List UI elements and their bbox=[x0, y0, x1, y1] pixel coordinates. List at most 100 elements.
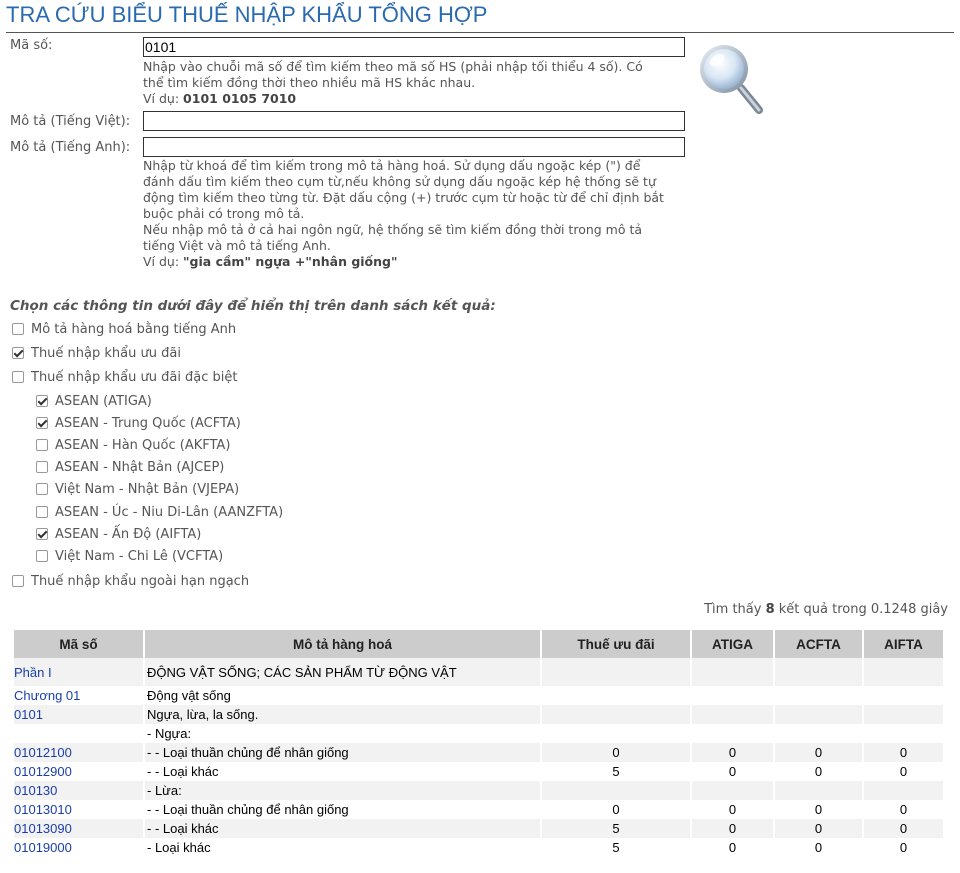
example-value: 0101 0105 7010 bbox=[183, 91, 297, 106]
table-row: Phần I ĐỘNG VẬT SỐNG; CÁC SẢN PHẨM TỪ ĐỘN… bbox=[14, 658, 943, 686]
col-header-desc[interactable]: Mô tả hàng hoá bbox=[145, 630, 540, 658]
option-acfta[interactable]: ASEAN - Trung Quốc (ACFTA) bbox=[36, 414, 241, 432]
option-aanzfta[interactable]: ASEAN - Úc - Niu Di-Lân (AANZFTA) bbox=[36, 503, 283, 521]
hs-code-link[interactable]: 01012900 bbox=[14, 762, 143, 781]
option-label: ASEAN - Nhật Bản (AJCEP) bbox=[55, 459, 225, 475]
acfta-rate: 0 bbox=[814, 840, 823, 855]
hs-code-link[interactable]: 01013090 bbox=[14, 819, 143, 838]
desc-en-input[interactable] bbox=[143, 137, 685, 157]
code-label: Mã số: bbox=[10, 38, 53, 53]
acfta-rate: 0 bbox=[775, 819, 862, 838]
goods-description: Động vật sống bbox=[147, 688, 231, 703]
acfta-rate bbox=[775, 686, 862, 705]
atiga-rate: 0 bbox=[692, 743, 773, 762]
option-out-of-quota[interactable]: Thuế nhập khẩu ngoài hạn ngạch bbox=[12, 572, 249, 590]
checkbox[interactable] bbox=[36, 461, 48, 473]
acfta-rate bbox=[775, 705, 862, 724]
table-row: 01013010 - - Loại thuần chủng để nhân giố… bbox=[14, 800, 943, 819]
code-example: Ví dụ: 0101 0105 7010 bbox=[143, 91, 643, 107]
option-english-desc[interactable]: Mô tả hàng hoá bằng tiếng Anh bbox=[12, 320, 236, 338]
col-header-mfn[interactable]: Thuế ưu đãi bbox=[542, 630, 690, 658]
atiga-rate bbox=[692, 705, 773, 724]
desc-vi-input[interactable] bbox=[143, 111, 685, 131]
aifta-rate: 0 bbox=[864, 819, 943, 838]
option-vjepa[interactable]: Việt Nam - Nhật Bản (VJEPA) bbox=[36, 480, 239, 498]
checkbox[interactable] bbox=[12, 575, 24, 587]
table-row: - Ngựa: bbox=[14, 724, 943, 743]
code-help-line: thể tìm kiếm đồng thời theo nhiều mã HS … bbox=[143, 75, 476, 90]
hs-code-link[interactable]: Chương 01 bbox=[14, 686, 143, 705]
checkbox[interactable] bbox=[36, 528, 48, 540]
code-input[interactable] bbox=[143, 37, 685, 57]
table-row: Chương 01 Động vật sống bbox=[14, 686, 943, 705]
checkbox[interactable] bbox=[36, 439, 48, 451]
goods-description: - Lừa: bbox=[145, 781, 540, 800]
table-row: 01012100- - Loại thuần chủng để nhân giố… bbox=[14, 743, 943, 762]
option-label: Thuế nhập khẩu ưu đãi đặc biệt bbox=[31, 369, 238, 385]
goods-description: ĐỘNG VẬT SỐNG; CÁC SẢN PHẨM TỪ ĐỘNG VẬT bbox=[145, 658, 540, 686]
aifta-rate: 0 bbox=[899, 840, 908, 855]
col-header-acfta[interactable]: ACFTA bbox=[775, 630, 862, 658]
mfn-rate: 0 bbox=[612, 802, 620, 817]
desc-vi-label: Mô tả (Tiếng Việt): bbox=[10, 114, 131, 129]
aifta-rate: 0 bbox=[899, 802, 908, 817]
option-label: ASEAN (ATIGA) bbox=[55, 393, 152, 409]
option-label: Thuế nhập khẩu ngoài hạn ngạch bbox=[31, 573, 250, 589]
hs-code-link[interactable]: Phần I bbox=[14, 658, 143, 686]
hs-code-link[interactable]: 0101 bbox=[14, 705, 143, 724]
option-atiga[interactable]: ASEAN (ATIGA) bbox=[36, 392, 152, 410]
desc-en-label: Mô tả (Tiếng Anh): bbox=[10, 140, 131, 155]
option-vcfta[interactable]: Việt Nam - Chi Lê (VCFTA) bbox=[36, 547, 223, 565]
mfn-rate bbox=[542, 705, 690, 724]
magnifier-icon[interactable] bbox=[697, 40, 767, 116]
result-suffix: kết quả trong 0.1248 giây bbox=[774, 602, 948, 617]
results-table: Mã số Mô tả hàng hoá Thuế ưu đãi ATIGA A… bbox=[12, 630, 945, 857]
mfn-rate: 0 bbox=[542, 743, 690, 762]
option-label: Việt Nam - Nhật Bản (VJEPA) bbox=[55, 481, 240, 497]
hs-code-link[interactable]: 01013010 bbox=[14, 800, 143, 819]
hs-code-link[interactable]: 010130 bbox=[14, 781, 143, 800]
goods-description: - Loại khác bbox=[147, 840, 211, 855]
example-prefix: Ví dụ: bbox=[143, 91, 184, 106]
options-title: Chọn các thông tin dưới đây để hiển thị … bbox=[10, 298, 496, 314]
checkbox[interactable] bbox=[36, 417, 48, 429]
option-akfta[interactable]: ASEAN - Hàn Quốc (AKFTA) bbox=[36, 436, 230, 454]
checkbox[interactable] bbox=[36, 395, 48, 407]
aifta-rate bbox=[864, 705, 943, 724]
aifta-rate bbox=[864, 658, 943, 686]
aifta-rate bbox=[864, 724, 943, 743]
goods-description: - - Loại thuần chủng để nhân giống bbox=[145, 743, 540, 762]
col-header-aifta[interactable]: AIFTA bbox=[864, 630, 943, 658]
desc-help-line: đánh dấu tìm kiếm theo cụm từ,nếu không … bbox=[143, 174, 656, 189]
col-header-code[interactable]: Mã số bbox=[14, 630, 143, 658]
desc-example: Ví dụ: "gia cầm" ngựa +"nhân giống" bbox=[143, 254, 664, 270]
checkbox[interactable] bbox=[12, 347, 24, 359]
hs-code-link[interactable]: 01019000 bbox=[14, 838, 143, 857]
hs-code-link[interactable]: 01012100 bbox=[14, 743, 143, 762]
option-label: Thuế nhập khẩu ưu đãi bbox=[31, 345, 181, 361]
option-ajcep[interactable]: ASEAN - Nhật Bản (AJCEP) bbox=[36, 458, 224, 476]
acfta-rate bbox=[775, 781, 862, 800]
option-mfn-tax[interactable]: Thuế nhập khẩu ưu đãi bbox=[12, 344, 181, 362]
mfn-rate bbox=[542, 658, 690, 686]
checkbox[interactable] bbox=[36, 483, 48, 495]
option-aifta[interactable]: ASEAN - Ấn Độ (AIFTA) bbox=[36, 525, 201, 543]
checkbox[interactable] bbox=[12, 371, 24, 383]
example-prefix: Ví dụ: bbox=[143, 254, 184, 269]
aifta-rate: 0 bbox=[864, 743, 943, 762]
col-header-atiga[interactable]: ATIGA bbox=[692, 630, 773, 658]
aifta-rate bbox=[864, 686, 943, 705]
hs-code-link bbox=[14, 724, 143, 743]
acfta-rate: 0 bbox=[814, 802, 823, 817]
option-special-tax[interactable]: Thuế nhập khẩu ưu đãi đặc biệt bbox=[12, 368, 238, 386]
result-prefix: Tìm thấy bbox=[704, 602, 766, 617]
goods-description: Ngựa, lừa, la sống. bbox=[145, 705, 540, 724]
table-row: 010130- Lừa: bbox=[14, 781, 943, 800]
checkbox[interactable] bbox=[36, 506, 48, 518]
table-row: 01013090- - Loại khác 5 0 0 0 bbox=[14, 819, 943, 838]
checkbox[interactable] bbox=[12, 323, 24, 335]
acfta-rate: 0 bbox=[814, 764, 823, 779]
checkbox[interactable] bbox=[36, 550, 48, 562]
atiga-rate bbox=[692, 724, 773, 743]
goods-description: - - Loại khác bbox=[147, 764, 219, 779]
